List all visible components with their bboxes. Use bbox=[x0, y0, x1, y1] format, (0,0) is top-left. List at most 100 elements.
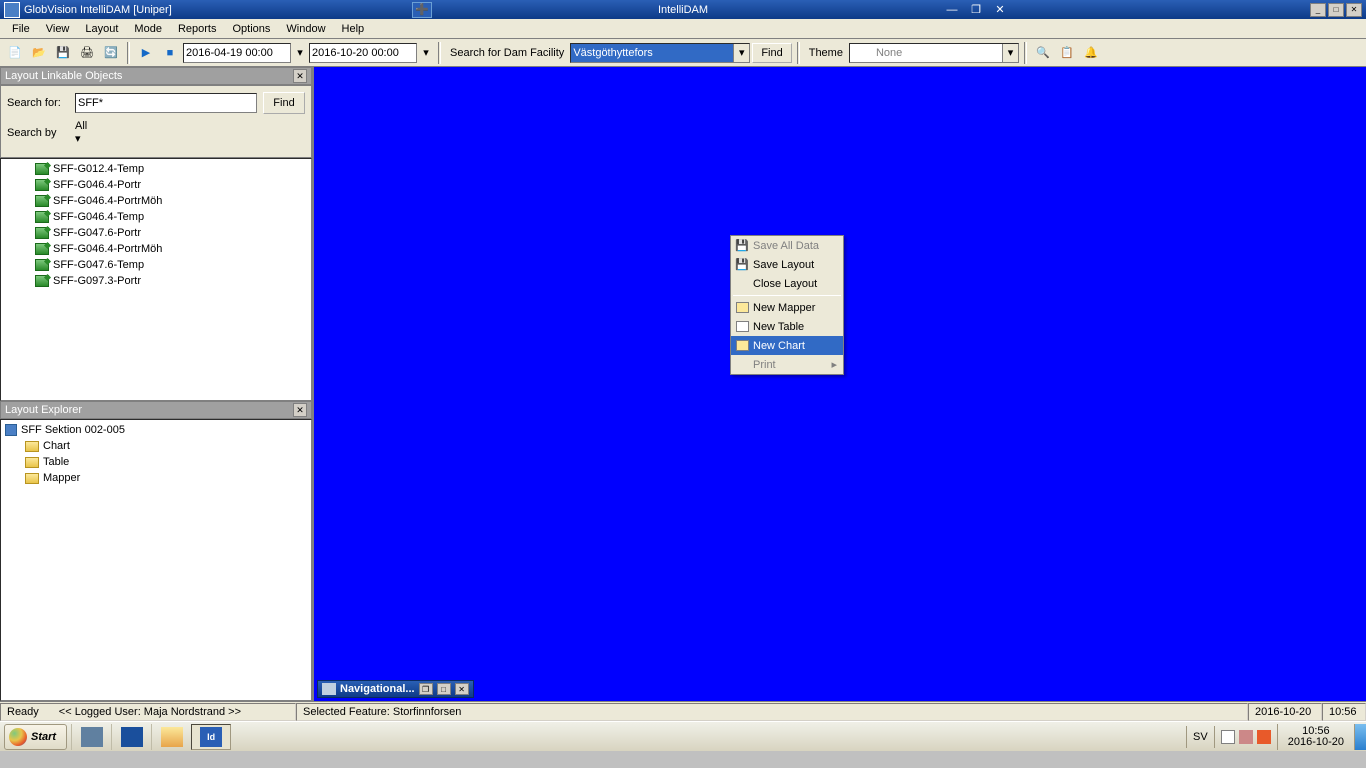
separator bbox=[127, 42, 130, 64]
search-panel: Search for: Find Search by All ▾ bbox=[0, 85, 312, 158]
theme-value: None bbox=[852, 47, 902, 59]
restore-button[interactable]: ❐ bbox=[419, 683, 433, 695]
language-indicator[interactable]: SV bbox=[1186, 726, 1214, 748]
menu-window[interactable]: Window bbox=[278, 21, 333, 37]
maximize-button[interactable]: □ bbox=[437, 683, 451, 695]
dropdown-icon[interactable]: ▾ bbox=[75, 132, 305, 145]
linkable-item-label: SFF-G097.3-Portr bbox=[53, 275, 141, 287]
layout-child-label: Table bbox=[43, 456, 69, 468]
nav-mini-label: Navigational... bbox=[340, 683, 415, 695]
cm-save-layout[interactable]: 💾 Save Layout bbox=[731, 255, 843, 274]
cm-new-chart[interactable]: New Chart bbox=[731, 336, 843, 355]
linkable-item[interactable]: SFF-G046.4-PortrMöh bbox=[3, 241, 309, 257]
refresh-icon[interactable]: 🔄 bbox=[100, 42, 122, 64]
linkable-item-label: SFF-G046.4-PortrMöh bbox=[53, 243, 162, 255]
linkable-tree[interactable]: SFF-G012.4-Temp SFF-G046.4-Portr SFF-G046.… bbox=[0, 158, 312, 401]
canvas-area[interactable]: 💾 Save All Data 💾 Save Layout Close Layo… bbox=[314, 67, 1366, 701]
linkable-item[interactable]: SFF-G097.3-Portr bbox=[3, 273, 309, 289]
menu-reports[interactable]: Reports bbox=[170, 21, 225, 37]
cm-print: Print ▸ bbox=[731, 355, 843, 374]
inner-minimize-button[interactable]: — bbox=[943, 3, 961, 17]
layout-child-chart[interactable]: Chart bbox=[3, 438, 309, 454]
sensor-icon bbox=[35, 259, 49, 271]
new-tab-button[interactable]: ➕ bbox=[412, 2, 432, 18]
maximize-button[interactable]: □ bbox=[1328, 3, 1344, 17]
layout-child-mapper[interactable]: Mapper bbox=[3, 470, 309, 486]
date-from-dropdown-icon[interactable]: ▾ bbox=[293, 42, 307, 64]
search-by-combo[interactable]: All ▾ bbox=[75, 120, 305, 145]
linkable-item-label: SFF-G047.6-Portr bbox=[53, 227, 141, 239]
layout-explorer-tree[interactable]: SFF Sektion 002-005 Chart Table Mapper bbox=[0, 419, 312, 701]
menu-layout[interactable]: Layout bbox=[77, 21, 126, 37]
taskbar-explorer[interactable] bbox=[151, 724, 191, 750]
dropdown-icon[interactable]: ▾ bbox=[1002, 44, 1018, 62]
taskbar-clock[interactable]: 10:56 2016-10-20 bbox=[1277, 724, 1354, 750]
layout-root-item[interactable]: SFF Sektion 002-005 bbox=[3, 422, 309, 438]
find-facility-button[interactable]: Find bbox=[752, 43, 791, 63]
navigational-minimized[interactable]: Navigational... ❐ □ ✕ bbox=[317, 680, 474, 698]
date-to-dropdown-icon[interactable]: ▾ bbox=[419, 42, 433, 64]
taskbar-powershell[interactable] bbox=[111, 724, 151, 750]
sensor-icon bbox=[35, 211, 49, 223]
cm-new-mapper[interactable]: New Mapper bbox=[731, 298, 843, 317]
save-icon[interactable]: 💾 bbox=[52, 42, 74, 64]
tray-icon-2[interactable] bbox=[1239, 730, 1253, 744]
play-icon[interactable]: ▶ bbox=[135, 42, 157, 64]
linkable-item[interactable]: SFF-G047.6-Temp bbox=[3, 257, 309, 273]
new-icon[interactable]: 📄 bbox=[4, 42, 26, 64]
taskbar: Start Id SV 10:56 2016-10-20 bbox=[0, 721, 1366, 751]
linkable-item-label: SFF-G012.4-Temp bbox=[53, 163, 144, 175]
bell-icon[interactable]: 🔔 bbox=[1080, 42, 1102, 64]
linkable-item-label: SFF-G046.4-PortrMöh bbox=[53, 195, 162, 207]
dropdown-icon[interactable]: ▾ bbox=[733, 44, 749, 62]
start-button[interactable]: Start bbox=[4, 724, 67, 750]
search-for-input[interactable] bbox=[75, 93, 257, 113]
system-tray: SV 10:56 2016-10-20 bbox=[1186, 722, 1366, 751]
folder-icon bbox=[25, 473, 39, 484]
powershell-icon bbox=[121, 727, 143, 747]
linkable-item[interactable]: SFF-G046.4-PortrMöh bbox=[3, 193, 309, 209]
inner-restore-button[interactable]: ❐ bbox=[967, 3, 985, 17]
menu-mode[interactable]: Mode bbox=[126, 21, 170, 37]
layout-child-label: Chart bbox=[43, 440, 70, 452]
facility-combo[interactable]: Västgöthyttefors ▾ bbox=[570, 43, 750, 63]
date-from-input[interactable] bbox=[183, 43, 291, 63]
cm-new-table[interactable]: New Table bbox=[731, 317, 843, 336]
cm-close-layout[interactable]: Close Layout bbox=[731, 274, 843, 293]
inner-close-button[interactable]: ✕ bbox=[991, 3, 1009, 17]
status-selected-feature: Selected Feature: Storfinnforsen bbox=[303, 706, 461, 718]
linkable-item[interactable]: SFF-G046.4-Portr bbox=[3, 177, 309, 193]
print-icon[interactable]: 🖨 bbox=[76, 42, 98, 64]
menu-help[interactable]: Help bbox=[334, 21, 373, 37]
panel-close-button[interactable]: ✕ bbox=[293, 69, 307, 83]
titlebar: GlobVision IntelliDAM [Uniper] ➕ Intelli… bbox=[0, 0, 1366, 19]
linkable-item[interactable]: SFF-G012.4-Temp bbox=[3, 161, 309, 177]
linkable-item[interactable]: SFF-G046.4-Temp bbox=[3, 209, 309, 225]
volume-icon[interactable] bbox=[1257, 730, 1271, 744]
flag-icon[interactable] bbox=[1221, 730, 1235, 744]
search-find-button[interactable]: Find bbox=[263, 92, 305, 114]
search-by-label: Search by bbox=[7, 127, 69, 139]
close-button[interactable]: ✕ bbox=[455, 683, 469, 695]
panel-close-button[interactable]: ✕ bbox=[293, 403, 307, 417]
layout-child-table[interactable]: Table bbox=[3, 454, 309, 470]
layout-explorer-header: Layout Explorer ✕ bbox=[0, 401, 312, 419]
taskbar-server-manager[interactable] bbox=[71, 724, 111, 750]
stop-icon[interactable]: ■ bbox=[159, 42, 181, 64]
theme-combo[interactable]: None ▾ bbox=[849, 43, 1019, 63]
toolbar: 📄 📂 💾 🖨 🔄 ▶ ■ ▾ ▾ Search for Dam Facilit… bbox=[0, 39, 1366, 67]
date-to-input[interactable] bbox=[309, 43, 417, 63]
linkable-item[interactable]: SFF-G047.6-Portr bbox=[3, 225, 309, 241]
open-icon[interactable]: 📂 bbox=[28, 42, 50, 64]
clipboard-icon[interactable]: 📋 bbox=[1056, 42, 1078, 64]
binoculars-icon[interactable]: 🔍 bbox=[1032, 42, 1054, 64]
close-button[interactable]: ✕ bbox=[1346, 3, 1362, 17]
separator bbox=[438, 42, 441, 64]
layout-root-label: SFF Sektion 002-005 bbox=[21, 424, 125, 436]
show-desktop-button[interactable] bbox=[1354, 724, 1366, 750]
minimize-button[interactable]: _ bbox=[1310, 3, 1326, 17]
menu-file[interactable]: File bbox=[4, 21, 38, 37]
menu-options[interactable]: Options bbox=[224, 21, 278, 37]
menu-view[interactable]: View bbox=[38, 21, 78, 37]
taskbar-intellidam[interactable]: Id bbox=[191, 724, 231, 750]
